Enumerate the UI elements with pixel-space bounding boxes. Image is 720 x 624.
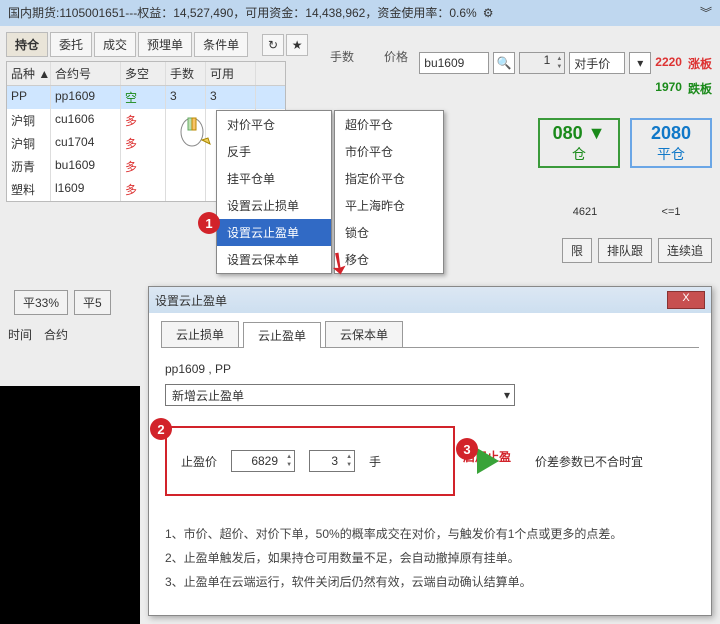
tab-fills[interactable]: 成交 <box>94 32 136 57</box>
title-prefix: 国内期货: <box>8 0 59 26</box>
limit-button[interactable]: 限 <box>562 238 592 263</box>
titlebar: 国内期货: 1105001651 --- 权益： 14,527,490 ，可用资… <box>0 0 720 26</box>
continuous-chase-button[interactable]: 连续追 <box>658 238 712 263</box>
spread-note: 价差参数已不合时宜 <box>535 453 643 470</box>
stop-price-input[interactable]: 6829 <box>231 450 295 472</box>
note-3: 3、止盈单在云端运行，软件关闭后仍然有效，云端自动确认结算单。 <box>165 570 695 594</box>
annotation-3: 3 <box>456 438 478 460</box>
menu-item[interactable]: 对价平仓 <box>217 111 331 138</box>
stop-price-label: 止盈价 <box>181 453 217 470</box>
lots-input[interactable]: 1 <box>519 52 565 74</box>
menu-item[interactable]: 平上海昨仓 <box>335 192 443 219</box>
equity: 14,527,490 <box>173 0 233 26</box>
symbol-line: pp1609 , PP <box>165 362 695 376</box>
close-icon[interactable]: X <box>667 291 705 309</box>
gear-icon[interactable]: ⚙ <box>483 0 494 26</box>
price-label: 价格 <box>384 48 408 65</box>
black-panel <box>0 386 140 624</box>
star-icon[interactable]: ★ <box>286 34 308 56</box>
tab-cloud-be[interactable]: 云保本单 <box>325 321 403 347</box>
qty-unit: 手 <box>369 453 381 470</box>
price-dropdown-icon[interactable]: ▾ <box>629 52 651 74</box>
menu-item[interactable]: 设置云止损单 <box>217 192 331 219</box>
tp-input-group: 止盈价 6829 3 手 <box>165 426 455 496</box>
refresh-icon[interactable]: ↻ <box>262 34 284 56</box>
tab-cloud-tp[interactable]: 云止盈单 <box>243 322 321 348</box>
menu-item-set-cloud-tp[interactable]: 设置云止盈单 <box>217 219 331 246</box>
dialog-title: 设置云止盈单 <box>155 292 227 309</box>
fund-use: 0.6% <box>449 0 476 26</box>
cursor-icon <box>180 114 214 150</box>
collapse-icon[interactable]: ︾ <box>700 0 712 26</box>
search-icon[interactable]: 🔍 <box>493 52 515 74</box>
buy-button[interactable]: 080 ▼ 仓 <box>538 118 620 168</box>
tab-positions[interactable]: 持仓 <box>6 32 48 57</box>
menu-item[interactable]: 市价平仓 <box>335 138 443 165</box>
avail: 14,438,962 <box>305 0 365 26</box>
symbol-input[interactable]: bu1609 <box>419 52 489 74</box>
account: 1105001651 <box>59 0 125 26</box>
lots-label: 手数 <box>330 48 354 65</box>
tab-orders[interactable]: 委托 <box>50 32 92 57</box>
annotation-2: 2 <box>150 418 172 440</box>
note-1: 1、市价、超价、对价下单，50%的概率成交在对价，与触发价有1个点或更多的点差。 <box>165 522 695 546</box>
note-2: 2、止盈单触发后，如果持仓可用数量不足，会自动撤掉原有挂单。 <box>165 546 695 570</box>
menu-item[interactable]: 挂平仓单 <box>217 165 331 192</box>
play-icon[interactable] <box>477 448 499 474</box>
contract-label: 合约 <box>44 326 68 343</box>
tab-conditional[interactable]: 条件单 <box>194 32 248 57</box>
qty-input[interactable]: 3 <box>309 450 355 472</box>
price-mode[interactable]: 对手价 <box>569 52 625 74</box>
menu-item[interactable]: 锁仓 <box>335 219 443 246</box>
tab-parked[interactable]: 预埋单 <box>138 32 192 57</box>
menu-item[interactable]: 超价平仓 <box>335 111 443 138</box>
close-5-button[interactable]: 平5 <box>74 290 111 315</box>
sell-button[interactable]: 2080 平仓 <box>630 118 712 168</box>
menu-item[interactable]: 指定价平仓 <box>335 165 443 192</box>
context-menu-2: 超价平仓 市价平仓 指定价平仓 平上海昨仓 锁仓 移仓 <box>334 110 444 274</box>
annotation-1: 1 <box>198 212 220 234</box>
table-header[interactable]: 品种 ▲合约号 多空手数 可用 <box>7 62 285 86</box>
context-menu-1: 对价平仓 反手 挂平仓单 设置云止损单 设置云止盈单 设置云保本单 <box>216 110 332 274</box>
queue-follow-button[interactable]: 排队跟 <box>598 238 652 263</box>
tp-combo[interactable]: 新增云止盈单 <box>165 384 515 406</box>
menu-item[interactable]: 设置云保本单 <box>217 246 331 273</box>
table-row[interactable]: PPpp1609 空33 <box>7 86 285 109</box>
close-33-button[interactable]: 平33% <box>14 290 68 315</box>
time-label: 时间 <box>8 326 32 343</box>
cloud-tp-dialog: 设置云止盈单 X 云止损单 云止盈单 云保本单 pp1609 , PP 新增云止… <box>148 286 712 616</box>
menu-item[interactable]: 反手 <box>217 138 331 165</box>
tab-cloud-sl[interactable]: 云止损单 <box>161 321 239 347</box>
